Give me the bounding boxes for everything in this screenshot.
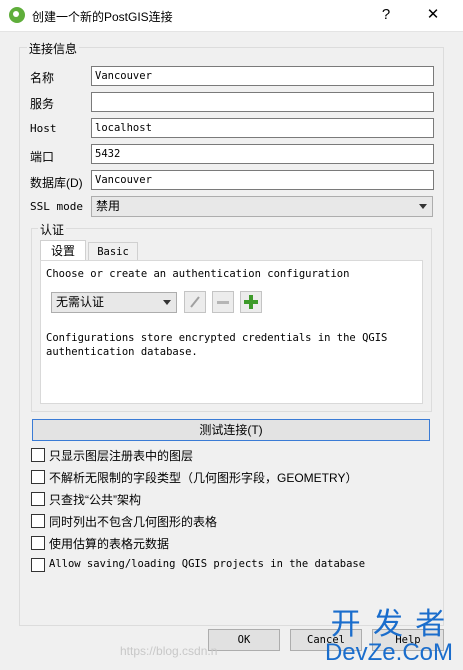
auth-config-select[interactable]: 无需认证	[51, 292, 177, 313]
tab-basic[interactable]: Basic	[88, 242, 138, 261]
watermark-line2: DevZe.CoM	[324, 639, 453, 666]
watermark-logo: 开 发 者 DevZe.CoM	[325, 610, 453, 666]
service-field[interactable]	[91, 92, 434, 112]
option-checkbox[interactable]	[31, 536, 45, 550]
minus-icon	[217, 301, 229, 304]
connection-group-title: 连接信息	[27, 40, 80, 57]
ssl-mode-value: 禁用	[96, 199, 121, 213]
database-field[interactable]: Vancouver	[91, 170, 434, 190]
name-label: 名称	[30, 71, 55, 85]
chevron-down-icon	[419, 204, 427, 209]
add-config-button[interactable]	[240, 291, 262, 313]
database-label: 数据库(D)	[30, 176, 83, 190]
option-label: 同时列出不包含几何图形的表格	[49, 515, 218, 529]
auth-choose-text: Choose or create an authentication confi…	[46, 268, 350, 280]
auth-config-value: 无需认证	[56, 295, 105, 309]
option-checkbox[interactable]	[31, 558, 45, 572]
plus-icon	[244, 295, 258, 309]
service-label: 服务	[30, 97, 55, 111]
chevron-down-icon	[163, 300, 171, 305]
watermark-line1: 开 发 者	[330, 608, 448, 641]
pencil-icon	[190, 296, 200, 308]
title-bar: 创建一个新的PostGIS连接 ? ✕	[0, 0, 463, 32]
auth-info-text: Configurations store encrypted credentia…	[46, 332, 388, 358]
help-title-button[interactable]: ?	[373, 5, 399, 25]
window-title: 创建一个新的PostGIS连接	[32, 10, 173, 24]
option-checkbox[interactable]	[31, 470, 45, 484]
qgis-logo-icon	[9, 7, 25, 23]
name-field[interactable]: Vancouver	[91, 66, 434, 86]
ssl-mode-label: SSL mode	[30, 200, 83, 213]
port-field[interactable]: 5432	[91, 144, 434, 164]
remove-config-button[interactable]	[212, 291, 234, 313]
option-checkbox[interactable]	[31, 492, 45, 506]
option-label: 使用估算的表格元数据	[49, 537, 170, 551]
ssl-mode-select[interactable]: 禁用	[91, 196, 433, 217]
option-label: 不解析无限制的字段类型（几何图形字段，GEOMETRY）	[49, 471, 358, 485]
host-field[interactable]: localhost	[91, 118, 434, 138]
host-label: Host	[30, 122, 57, 135]
tab-settings[interactable]: 设置	[40, 240, 86, 261]
close-icon[interactable]: ✕	[420, 5, 446, 25]
option-label: Allow saving/loading QGIS projects in th…	[49, 558, 366, 570]
option-checkbox[interactable]	[31, 448, 45, 462]
auth-group-title: 认证	[38, 221, 67, 238]
option-label: 只查找“公共”架构	[49, 493, 141, 507]
test-connection-button[interactable]: 测试连接(T)	[32, 419, 430, 441]
option-checkbox[interactable]	[31, 514, 45, 528]
port-label: 端口	[30, 150, 55, 164]
ok-button[interactable]: OK	[208, 629, 280, 651]
option-label: 只显示图层注册表中的图层	[49, 449, 194, 463]
edit-config-button[interactable]	[184, 291, 206, 313]
watermark-url: https://blog.csdn.n	[120, 644, 218, 658]
